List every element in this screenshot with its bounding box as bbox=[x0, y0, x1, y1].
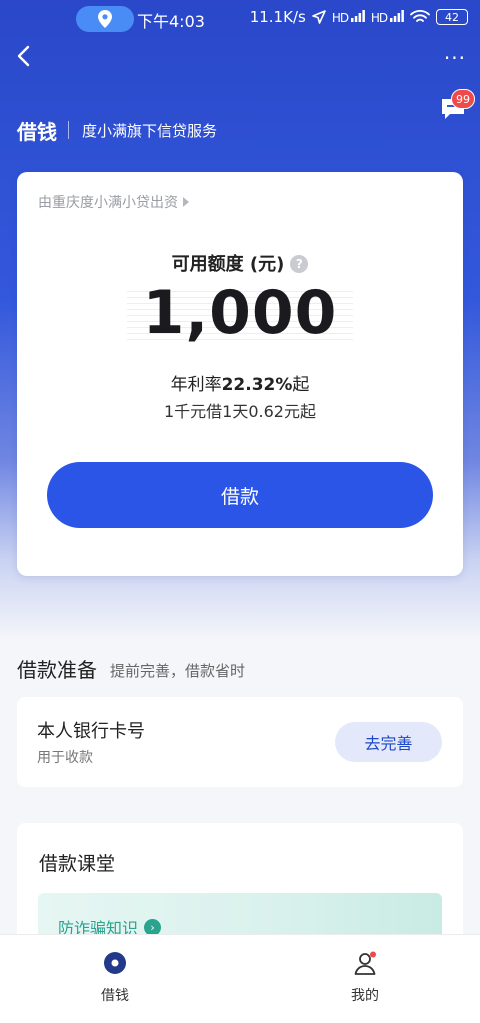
message-badge: 99 bbox=[451, 89, 475, 109]
arrow-right-circle-icon: › bbox=[144, 918, 162, 936]
page-title: 借钱 bbox=[17, 120, 57, 144]
title-divider bbox=[68, 121, 69, 139]
rate-suffix: 起 bbox=[292, 375, 310, 395]
credit-limit-label: 可用额度 (元)? bbox=[17, 250, 463, 276]
prepare-section-subtitle: 提前完善，借款省时 bbox=[110, 662, 246, 680]
location-arrow-icon bbox=[312, 10, 326, 24]
status-time: 下午4:03 bbox=[137, 12, 205, 31]
rate-value: 22.32% bbox=[221, 375, 293, 395]
lender-link[interactable]: 由重庆度小满小贷出资 bbox=[38, 192, 190, 212]
bank-card-subtitle: 用于收款 bbox=[37, 750, 93, 766]
bank-card-title: 本人银行卡号 bbox=[37, 721, 145, 742]
credit-amount: 1,000 bbox=[142, 278, 338, 348]
credit-card: 由重庆度小满小贷出资 可用额度 (元)? 1,000 年利率22.32%起 1千… bbox=[17, 172, 463, 576]
page-subtitle: 度小满旗下信贷服务 bbox=[82, 122, 218, 140]
tab-mine-label: 我的 bbox=[351, 988, 379, 1004]
class-section-title: 借款课堂 bbox=[39, 853, 116, 875]
location-pill bbox=[76, 6, 134, 32]
home-circle-icon bbox=[104, 952, 126, 974]
more-menu-button[interactable]: ··· bbox=[444, 46, 466, 70]
tab-mine[interactable]: 我的 bbox=[305, 935, 425, 1023]
status-bar: 下午4:03 11.1K/s HD HD 42 bbox=[0, 0, 480, 36]
credit-limit-label-text: 可用额度 (元) bbox=[171, 254, 285, 275]
tab-bar: 借钱 我的 bbox=[0, 934, 480, 1023]
borrow-button[interactable]: 借款 bbox=[47, 462, 433, 528]
help-icon[interactable]: ? bbox=[290, 255, 309, 273]
tab-borrow[interactable]: 借钱 bbox=[55, 935, 175, 1023]
annual-rate: 年利率22.32%起 bbox=[17, 370, 463, 395]
daily-cost: 1千元借1天0.62元起 bbox=[164, 402, 316, 421]
location-pin-icon bbox=[98, 10, 112, 28]
bank-card-item[interactable]: 本人银行卡号 用于收款 去完善 bbox=[17, 697, 463, 787]
back-arrow-icon[interactable] bbox=[14, 44, 36, 68]
wifi-icon bbox=[410, 10, 430, 22]
prepare-section-title: 借款准备 bbox=[17, 658, 97, 682]
complete-button[interactable]: 去完善 bbox=[335, 722, 442, 762]
chevron-right-icon bbox=[183, 197, 189, 207]
lender-text: 由重庆度小满小贷出资 bbox=[38, 195, 178, 211]
signal-hd-icon: HD bbox=[332, 9, 365, 25]
network-speed: 11.1K/s bbox=[249, 8, 306, 26]
signal-hd-icon-2: HD bbox=[371, 9, 404, 25]
tab-borrow-label: 借钱 bbox=[101, 988, 129, 1004]
profile-icon bbox=[354, 951, 376, 975]
battery-icon: 42 bbox=[436, 9, 468, 25]
rate-prefix: 年利率 bbox=[170, 375, 222, 395]
